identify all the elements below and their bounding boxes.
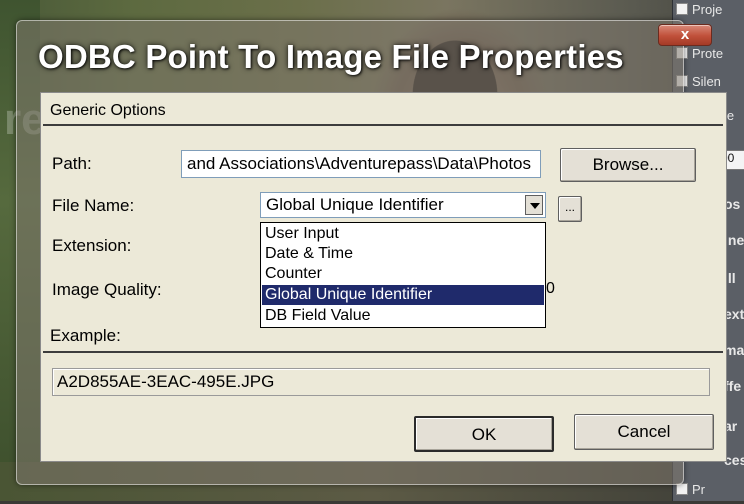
file-name-dropdown-list: User Input Date & Time Counter Global Un…: [260, 222, 546, 328]
path-label: Path:: [52, 154, 92, 173]
side-panel-item: ces: [724, 452, 744, 468]
side-panel-item: ext: [724, 306, 744, 322]
dropdown-option-global-unique-identifier[interactable]: Global Unique Identifier: [262, 285, 544, 305]
example-preview-field: A2D855AE-3EAC-495E.JPG: [52, 368, 710, 396]
side-panel-item[interactable]: Proje: [676, 2, 744, 24]
ok-button[interactable]: OK: [414, 416, 554, 452]
example-label: Example:: [50, 326, 121, 345]
file-name-selected-value: Global Unique Identifier: [266, 195, 444, 214]
image-quality-label: Image Quality:: [52, 280, 162, 299]
side-panel-item: ar: [724, 418, 738, 434]
dropdown-option-date-time[interactable]: Date & Time: [262, 244, 544, 264]
side-panel-item: ine: [724, 232, 744, 248]
dropdown-option-counter[interactable]: Counter: [262, 264, 544, 284]
dropdown-option-user-input[interactable]: User Input: [262, 224, 544, 244]
example-divider: [43, 351, 723, 353]
group-divider: [43, 124, 723, 126]
file-name-label: File Name:: [52, 196, 135, 215]
side-panel-item: ill: [724, 270, 736, 286]
path-input[interactable]: and Associations\Adventurepass\Data\Phot…: [181, 150, 541, 178]
dialog-title: ODBC Point To Image File Properties: [38, 38, 624, 75]
file-name-dropdown[interactable]: Global Unique Identifier: [260, 192, 546, 218]
close-button[interactable]: x: [658, 24, 712, 46]
browse-button[interactable]: Browse...: [560, 148, 696, 182]
side-panel-item: ffe: [724, 378, 742, 394]
cancel-button[interactable]: Cancel: [574, 414, 714, 450]
file-name-options-button[interactable]: ...: [558, 196, 582, 222]
dropdown-option-db-field-value[interactable]: DB Field Value: [262, 306, 544, 326]
extension-label: Extension:: [52, 236, 132, 255]
checkbox-icon: [676, 3, 688, 15]
side-panel-item: os: [724, 196, 741, 212]
image-quality-value: 0: [546, 280, 555, 297]
group-label-generic-options: Generic Options: [50, 102, 166, 119]
side-panel-item: le: [724, 108, 735, 123]
chevron-down-icon[interactable]: [525, 195, 543, 215]
side-panel-item: ma: [724, 342, 744, 358]
side-panel-item[interactable]: Prote: [676, 46, 744, 68]
